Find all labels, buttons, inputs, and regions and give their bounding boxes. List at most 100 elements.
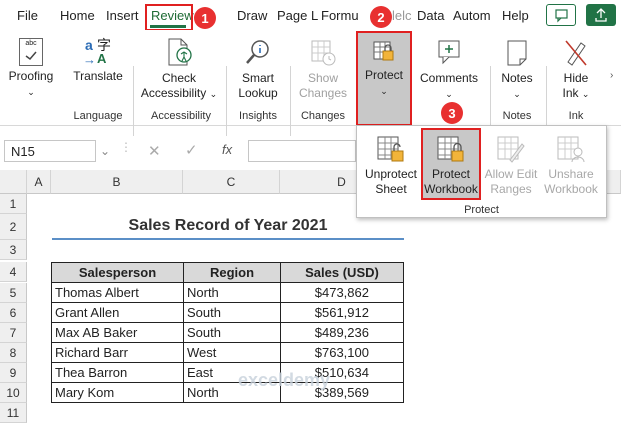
tab-file[interactable]: File (17, 8, 38, 23)
row-header[interactable]: 9 (0, 363, 27, 383)
table-row: Max AB Baker South $489,236 (51, 322, 404, 343)
table-header-row: Salesperson Region Sales (USD) (51, 262, 404, 283)
tab-automate[interactable]: Autom (453, 8, 491, 23)
protect-workbook-label-2: Workbook (424, 182, 478, 196)
translate-button[interactable]: a 字 → A Translate (70, 38, 126, 84)
row-header[interactable]: 4 (0, 262, 27, 282)
row-header[interactable]: 1 (0, 194, 27, 214)
check-accessibility-button[interactable]: Check Accessibility ⌄ (138, 38, 220, 102)
row-header[interactable]: 8 (0, 343, 27, 363)
column-header-a[interactable]: A (27, 170, 51, 194)
protect-workbook-label-1: Protect (431, 167, 470, 181)
notes-label: Notes (501, 71, 533, 85)
unprotect-sheet-icon (376, 134, 406, 164)
protect-workbook-icon (436, 134, 466, 164)
proofing-label: Proofing (8, 69, 54, 83)
sales-table: Salesperson Region Sales (USD) Thomas Al… (51, 262, 404, 403)
header-region[interactable]: Region (183, 262, 281, 283)
row-header[interactable]: 5 (0, 283, 27, 303)
tab-data[interactable]: Data (417, 8, 444, 23)
comments-icon (434, 38, 464, 68)
smart-label-1: Smart (241, 71, 274, 85)
accessibility-icon (166, 38, 192, 68)
cell-region[interactable]: North (183, 282, 281, 303)
cell-region[interactable]: South (183, 302, 281, 323)
unshare-label-2: Workbook (544, 182, 598, 196)
row-header[interactable]: 10 (0, 383, 27, 403)
unshare-workbook-icon (556, 134, 586, 164)
cell-salesperson[interactable]: Grant Allen (51, 302, 184, 323)
tab-draw[interactable]: Draw (237, 8, 267, 23)
allow-edit-ranges-button[interactable]: Allow Edit Ranges (481, 132, 541, 197)
unshare-label-1: Unshare (548, 167, 594, 181)
proofing-icon: abc (19, 38, 43, 66)
row-header[interactable]: 2 (0, 214, 27, 240)
translate-icon: a 字 → A (83, 37, 111, 68)
select-all-corner[interactable] (0, 170, 27, 194)
table-row: Mary Kom North $389,569 (51, 382, 404, 403)
ribbon-scroll-icon[interactable]: › (610, 70, 613, 81)
show-changes-button[interactable]: Show Changes (294, 38, 352, 101)
proofing-button[interactable]: abc Proofing ⌄ (5, 38, 57, 100)
tab-partial[interactable]: lelc (392, 8, 412, 23)
tab-home[interactable]: Home (60, 8, 95, 23)
row-header[interactable]: 3 (0, 240, 27, 260)
cancel-icon[interactable]: ✕ (148, 142, 161, 160)
header-sales[interactable]: Sales (USD) (280, 262, 404, 283)
tab-formulas[interactable]: Formu (321, 8, 359, 23)
tab-page-layout[interactable]: Page L (277, 8, 318, 23)
step-badge-1: 1 (194, 7, 216, 29)
comments-label: Comments (419, 71, 478, 85)
cell-region[interactable]: South (183, 322, 281, 343)
comment-icon[interactable] (546, 4, 576, 26)
cell-salesperson[interactable]: Mary Kom (51, 382, 184, 403)
insert-function-icon[interactable]: fx (222, 142, 232, 157)
row-header[interactable]: 11 (0, 403, 27, 423)
allow-edit-label-2: Ranges (490, 182, 532, 196)
tab-help[interactable]: Help (502, 8, 529, 23)
name-box-dropdown-icon[interactable]: ⌄ (100, 144, 110, 158)
group-changes: Changes (300, 110, 346, 122)
column-header-c[interactable]: C (183, 170, 280, 194)
table-row: Thomas Albert North $473,862 (51, 282, 404, 303)
cell-sales[interactable]: $473,862 (280, 282, 404, 303)
title-underline (52, 238, 404, 240)
cell-sales[interactable]: $489,236 (280, 322, 404, 343)
smart-lookup-button[interactable]: Smart Lookup (232, 38, 284, 101)
unshare-workbook-button[interactable]: Unshare Workbook (541, 132, 601, 197)
tab-insert[interactable]: Insert (106, 8, 139, 23)
row-header[interactable]: 7 (0, 323, 27, 343)
group-notes: Notes (502, 110, 532, 122)
hide-ink-button[interactable]: Hide Ink ⌄ (552, 38, 600, 102)
unprotect-label-1: Unprotect (364, 167, 418, 181)
smart-lookup-icon (245, 38, 271, 68)
sheet-title: Sales Record of Year 2021 (128, 217, 328, 234)
protect-workbook-button[interactable]: Protect Workbook (421, 128, 481, 200)
enter-icon[interactable]: ✓ (185, 141, 198, 159)
name-box[interactable]: N15 (4, 140, 96, 162)
notes-button[interactable]: Notes ⌄ (494, 38, 540, 102)
cell-sales[interactable]: $763,100 (280, 342, 404, 363)
watermark: exceldemy (238, 370, 331, 390)
cell-salesperson[interactable]: Thea Barron (51, 362, 184, 383)
group-insights: Insights (239, 110, 277, 122)
unprotect-label-2: Sheet (375, 182, 407, 196)
cell-salesperson[interactable]: Richard Barr (51, 342, 184, 363)
table-row: Thea Barron East $510,634 (51, 362, 404, 383)
cell-sales[interactable]: $561,912 (280, 302, 404, 323)
column-header-b[interactable]: B (51, 170, 183, 194)
cell-salesperson[interactable]: Thomas Albert (51, 282, 184, 303)
ribbon-tabs: File Home Insert Review Draw Page L Form… (0, 0, 621, 30)
share-icon[interactable] (586, 4, 616, 26)
header-salesperson[interactable]: Salesperson (51, 262, 184, 283)
formula-input[interactable] (248, 140, 356, 162)
step-badge-2: 2 (370, 6, 392, 28)
protect-group-label: Protect (464, 204, 499, 216)
cell-salesperson[interactable]: Max AB Baker (51, 322, 184, 343)
translate-label: Translate (73, 69, 123, 83)
cell-region[interactable]: West (183, 342, 281, 363)
comments-button[interactable]: Comments ⌄ (414, 38, 484, 102)
row-header[interactable]: 6 (0, 303, 27, 323)
show-label-2: Changes (298, 86, 348, 100)
unprotect-sheet-button[interactable]: Unprotect Sheet (361, 132, 421, 197)
